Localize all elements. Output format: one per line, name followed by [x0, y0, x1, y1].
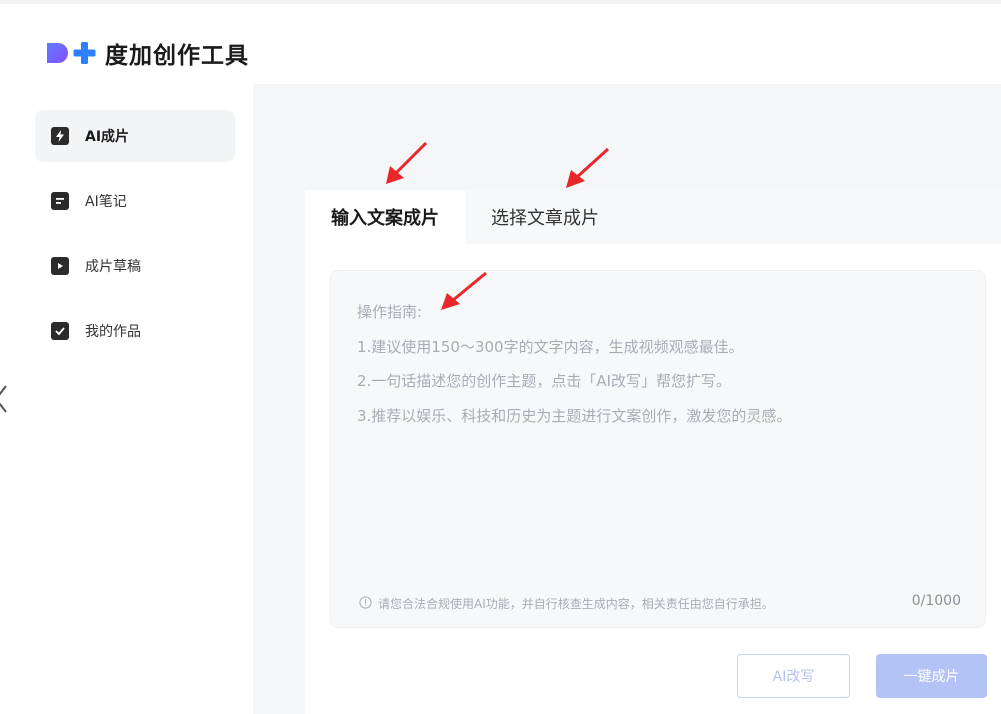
- sidebar-item-drafts[interactable]: 成片草稿: [35, 240, 235, 292]
- checked-folder-icon: [51, 322, 69, 340]
- note-icon: [51, 192, 69, 210]
- app-logo[interactable]: 度加创作工具: [45, 36, 249, 70]
- sidebar-item-label: 我的作品: [85, 324, 141, 340]
- disclaimer: 请您合法合规使用AI功能，并自行核查生成内容，相关责任由您自行承担。: [359, 594, 774, 613]
- sidebar-item-ai-video[interactable]: AI成片: [35, 110, 235, 162]
- video-draft-icon: [51, 257, 69, 275]
- sidebar: AI成片 AI笔记 成片草稿 我的作品: [35, 110, 235, 370]
- char-counter: 0/1000: [911, 593, 961, 609]
- info-circle-icon: [359, 594, 372, 613]
- copy-textarea[interactable]: 操作指南: 1.建议使用150～300字的文字内容，生成视频观感最佳。 2.一句…: [330, 270, 986, 628]
- top-divider: [0, 0, 1001, 4]
- guide-line-2: 2.一句话描述您的创作主题，点击「AI改写」帮您扩写。: [357, 372, 731, 390]
- d-plus-logo-icon: [45, 39, 97, 67]
- sidebar-item-label: 成片草稿: [85, 259, 141, 275]
- tab-input-copy[interactable]: 输入文案成片: [305, 190, 465, 244]
- chevron-left-icon[interactable]: [0, 384, 8, 414]
- tab-select-article[interactable]: 选择文章成片: [465, 190, 625, 244]
- app-title: 度加创作工具: [105, 43, 249, 69]
- placeholder-guide: 操作指南: 1.建议使用150～300字的文字内容，生成视频观感最佳。 2.一句…: [357, 295, 791, 433]
- guide-line-3: 3.推荐以娱乐、科技和历史为主题进行文案创作，激发您的灵感。: [357, 406, 792, 425]
- sidebar-item-ai-notes[interactable]: AI笔记: [35, 175, 235, 227]
- lightning-icon: [51, 127, 69, 145]
- sidebar-item-label: AI成片: [85, 129, 130, 145]
- sidebar-item-label: AI笔记: [85, 194, 127, 210]
- ai-rewrite-button[interactable]: AI改写: [737, 654, 850, 698]
- tab-bar: 输入文案成片 选择文章成片: [305, 190, 1001, 244]
- sidebar-item-my-works[interactable]: 我的作品: [35, 305, 235, 357]
- one-click-generate-button[interactable]: 一键成片: [876, 654, 987, 698]
- guide-line-1: 1.建议使用150～300字的文字内容，生成视频观感最佳。: [357, 337, 744, 356]
- disclaimer-text: 请您合法合规使用AI功能，并自行核查生成内容，相关责任由您自行承担。: [378, 597, 774, 611]
- guide-title: 操作指南:: [357, 303, 423, 321]
